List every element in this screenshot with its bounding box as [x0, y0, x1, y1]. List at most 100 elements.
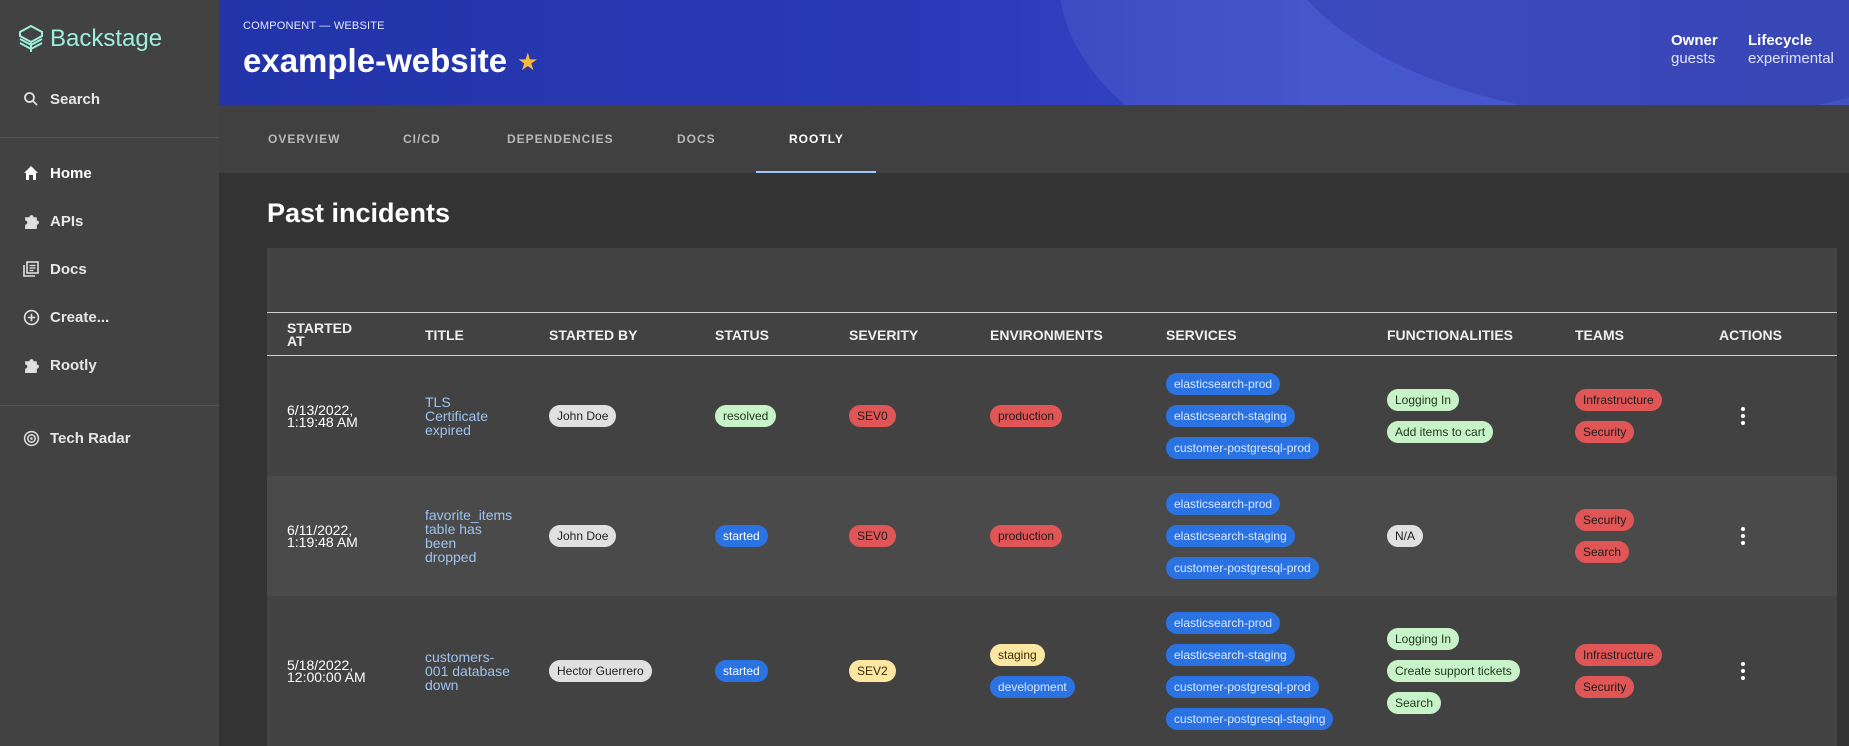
page-title: example-website [243, 42, 508, 79]
services-cell: elasticsearch-prod elasticsearch-staging… [1166, 356, 1319, 476]
tab-overview[interactable]: OVERVIEW [268, 132, 340, 146]
incident-title-link[interactable]: TLS Certificate expired [425, 356, 488, 476]
tab-ci-cd[interactable]: CI/CD [403, 132, 441, 146]
team-chip: Infrastructure [1575, 389, 1662, 411]
sidebar-item-label: Home [50, 164, 92, 182]
severity-badge: SEV0 [849, 525, 896, 547]
more-vert-icon[interactable] [1738, 661, 1748, 682]
team-chip: Search [1575, 541, 1630, 563]
backstage-logo-icon [19, 24, 43, 52]
incident-title-link[interactable]: customers- 001 database down [425, 596, 510, 746]
functionalities-cell: Logging In Add items to cart [1387, 356, 1494, 476]
entity-header: COMPONENT — WEBSITE example-website ★ Ow… [219, 0, 1849, 105]
table-row: 6/13/2022, 1:19:48 AM TLS Certificate ex… [267, 356, 1837, 476]
team-chip: Security [1575, 421, 1635, 443]
radar-icon [22, 429, 40, 447]
owner-value[interactable]: guests [1671, 50, 1718, 67]
functionality-chip: Add items to cart [1387, 421, 1494, 443]
tab-rootly[interactable]: ROOTLY [789, 132, 844, 146]
sidebar-item-home[interactable]: Home [22, 164, 92, 182]
started-by-cell: John Doe [549, 356, 617, 476]
service-chip: elasticsearch-staging [1166, 644, 1295, 666]
sidebar-item-create[interactable]: Create... [22, 308, 109, 326]
status-badge: resolved [715, 405, 777, 427]
environment-chip: production [990, 405, 1063, 427]
sidebar-divider [0, 137, 219, 138]
severity-badge: SEV2 [849, 660, 896, 682]
column-header-started-at[interactable]: STARTED AT [287, 313, 367, 357]
more-vert-icon[interactable] [1738, 526, 1748, 547]
more-vert-icon[interactable] [1738, 406, 1748, 427]
sidebar-search[interactable]: Search [22, 90, 100, 108]
environment-chip: production [990, 525, 1063, 547]
sidebar-item-apis[interactable]: APIs [22, 212, 83, 230]
severity-cell: SEV0 [849, 476, 896, 596]
status-badge: started [715, 525, 768, 547]
started-at-time: 1:19:48 AM [287, 414, 358, 430]
team-chip: Security [1575, 676, 1635, 698]
library-icon [22, 260, 40, 278]
started-at-cell: 5/18/2022, 12:00:00 AM [287, 596, 366, 746]
teams-cell: Infrastructure Security [1575, 596, 1662, 746]
column-header-environments[interactable]: ENVIRONMENTS [990, 313, 1103, 357]
section-title: Past incidents [267, 198, 451, 228]
sidebar-item-tech-radar[interactable]: Tech Radar [22, 429, 131, 447]
column-header-status[interactable]: STATUS [715, 313, 769, 357]
tab-dependencies[interactable]: DEPENDENCIES [507, 132, 614, 146]
owner-info: Owner guests [1671, 32, 1718, 67]
row-actions [1738, 356, 1748, 476]
started-at-time: 12:00:00 AM [287, 669, 366, 685]
functionality-chip: Create support tickets [1387, 660, 1520, 682]
entity-tabs: OVERVIEW CI/CD DEPENDENCIES DOCS ROOTLY [219, 105, 1849, 173]
service-chip: elasticsearch-staging [1166, 525, 1295, 547]
started-by-cell: John Doe [549, 476, 617, 596]
table-row: 6/11/2022, 1:19:48 AM favorite_items tab… [267, 476, 1837, 596]
tab-docs[interactable]: DOCS [677, 132, 716, 146]
status-badge: started [715, 660, 768, 682]
functionality-chip: Logging In [1387, 389, 1460, 411]
column-header-services[interactable]: SERVICES [1166, 313, 1237, 357]
title-line: customers- [425, 649, 495, 665]
column-header-functionalities[interactable]: FUNCTIONALITIES [1387, 313, 1513, 357]
lifecycle-value: experimental [1748, 50, 1834, 67]
table-header: STARTED AT TITLE STARTED BY STATUS SEVER… [267, 312, 1837, 356]
status-cell: resolved [715, 356, 777, 476]
incidents-table: STARTED AT TITLE STARTED BY STATUS SEVER… [267, 248, 1837, 746]
puzzle-icon [22, 356, 40, 374]
sidebar-item-label: Rootly [50, 356, 97, 374]
title-line: dropped [425, 549, 477, 565]
functionalities-cell: N/A [1387, 476, 1424, 596]
service-chip: customer-postgresql-prod [1166, 557, 1319, 579]
started-at-time: 1:19:48 AM [287, 534, 358, 550]
home-icon [22, 164, 40, 182]
team-chip: Infrastructure [1575, 644, 1662, 666]
column-header-teams[interactable]: TEAMS [1575, 313, 1624, 357]
severity-cell: SEV2 [849, 596, 896, 746]
started-by-cell: Hector Guerrero [549, 596, 652, 746]
user-chip: John Doe [549, 405, 617, 427]
add-circle-icon [22, 308, 40, 326]
star-icon[interactable]: ★ [517, 48, 539, 77]
title-line: expired [425, 422, 471, 438]
sidebar-divider [0, 405, 219, 406]
environment-chip: development [990, 676, 1075, 698]
column-header-title[interactable]: TITLE [425, 313, 464, 357]
sidebar: Backstage Search Home APIs Docs Create..… [0, 0, 219, 746]
column-header-severity[interactable]: SEVERITY [849, 313, 918, 357]
sidebar-search-label: Search [50, 90, 101, 108]
sidebar-item-label: APIs [50, 212, 84, 230]
incident-title-link[interactable]: favorite_items table has been dropped [425, 476, 512, 596]
backstage-logo[interactable]: Backstage [18, 24, 162, 54]
sidebar-item-docs[interactable]: Docs [22, 260, 87, 278]
service-chip: customer-postgresql-prod [1166, 676, 1319, 698]
service-chip: customer-postgresql-staging [1166, 708, 1334, 730]
team-chip: Security [1575, 509, 1635, 531]
status-cell: started [715, 476, 768, 596]
environment-chip: staging [990, 644, 1045, 666]
user-chip: Hector Guerrero [549, 660, 652, 682]
active-tab-indicator [756, 171, 876, 173]
title-line: table has [425, 521, 482, 537]
sidebar-item-rootly[interactable]: Rootly [22, 356, 97, 374]
column-header-started-by[interactable]: STARTED BY [549, 313, 637, 357]
title-line: TLS [425, 394, 451, 410]
